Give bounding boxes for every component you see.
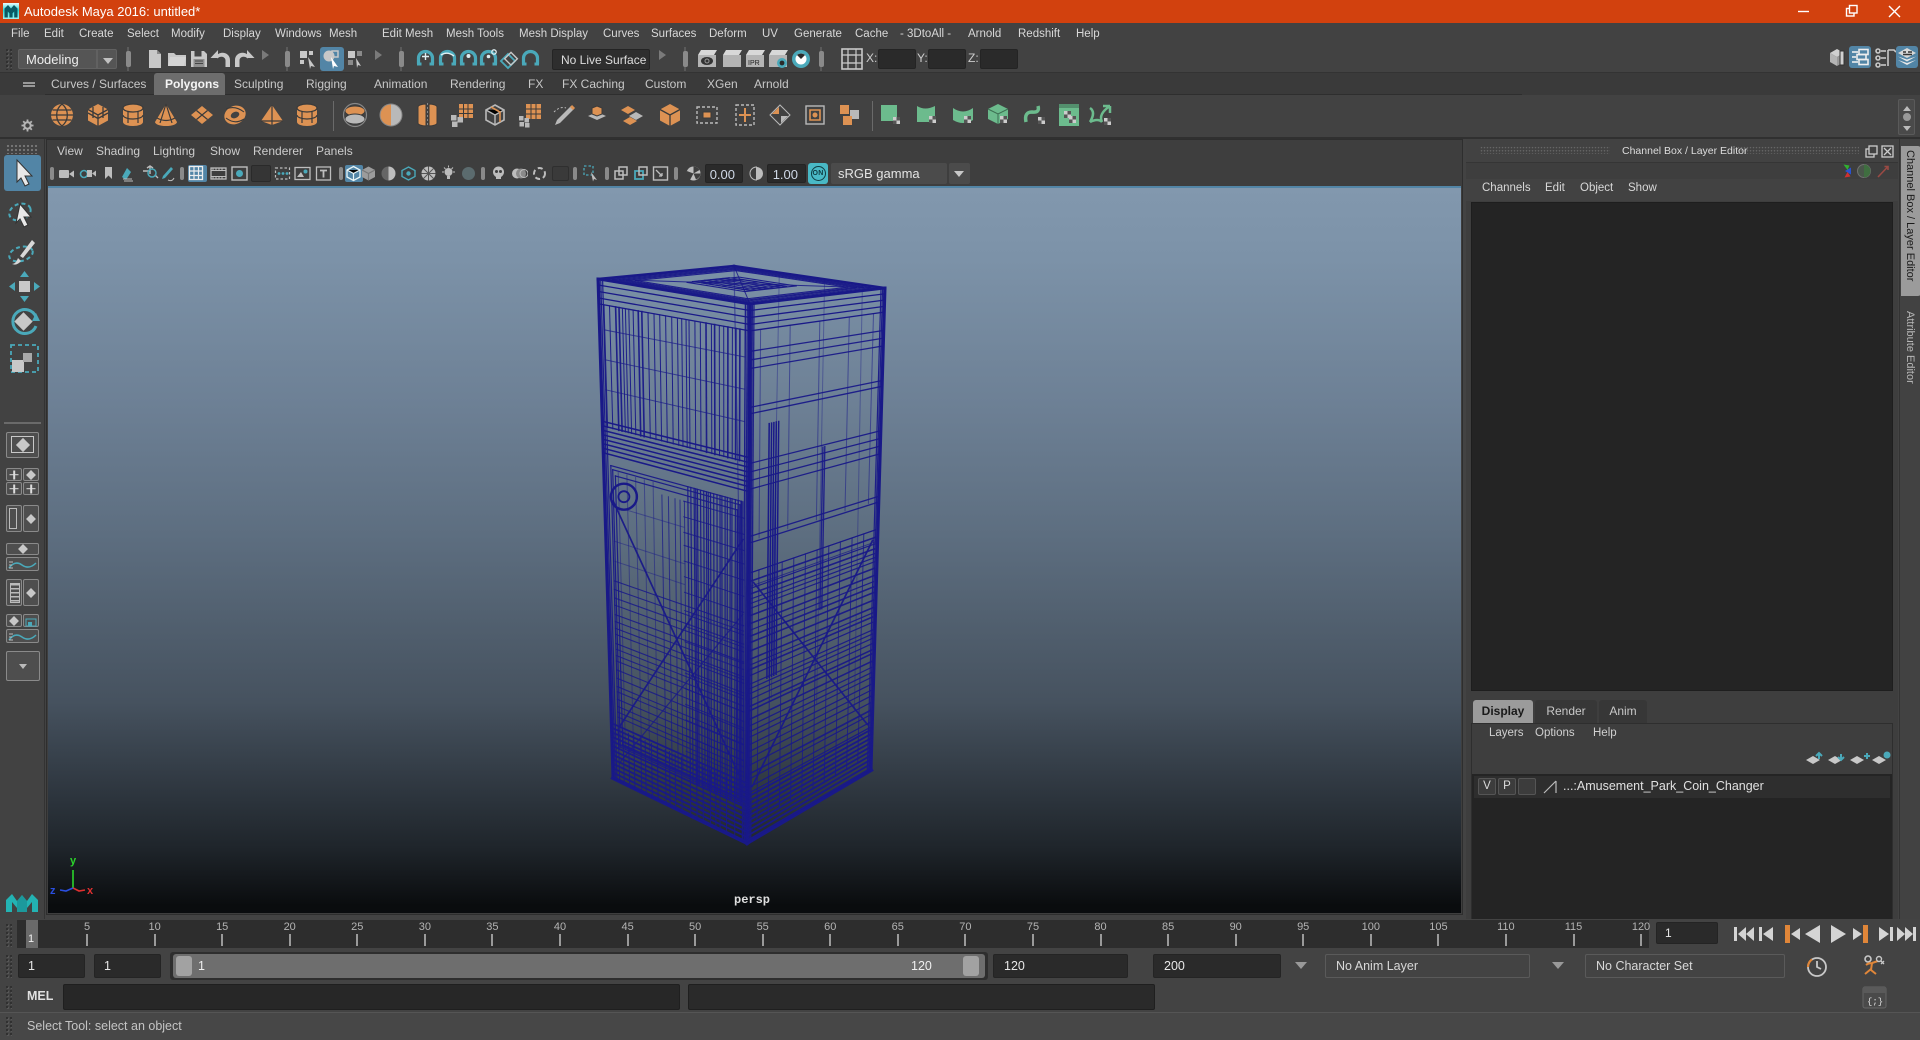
- svg-text:z: z: [50, 885, 56, 897]
- svg-text:IPR: IPR: [748, 60, 760, 67]
- svg-text:{;}: {;}: [1867, 997, 1883, 1007]
- svg-text:x: x: [87, 885, 94, 897]
- svg-text:y: y: [70, 855, 77, 867]
